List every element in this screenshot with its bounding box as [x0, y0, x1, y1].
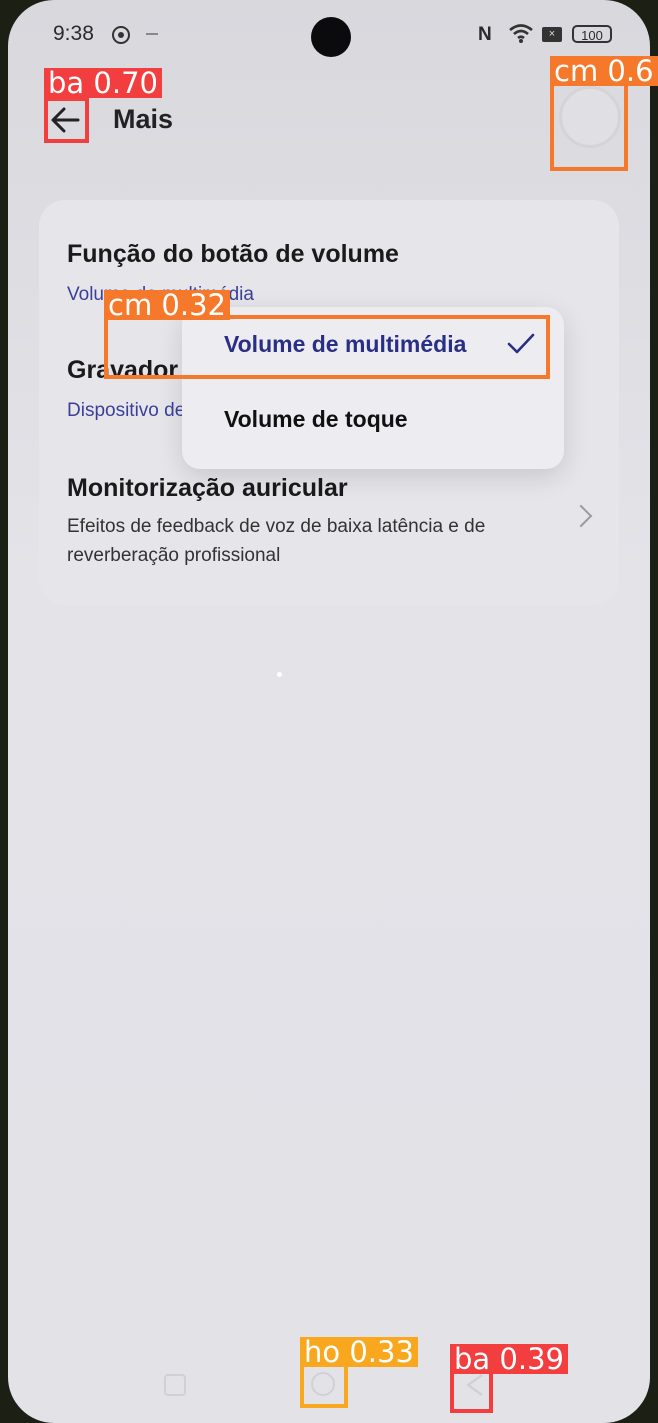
- gear-icon: [112, 26, 130, 44]
- setting-description: Efeitos de feedback de voz de baixa latê…: [67, 516, 486, 566]
- detection-box-back: [44, 97, 89, 143]
- battery-icon: 100: [572, 25, 612, 43]
- detection-box-home: [300, 1362, 348, 1408]
- status-dash: [146, 33, 158, 35]
- detection-label: cm 0.6: [550, 56, 658, 86]
- recent-apps-icon[interactable]: [164, 1374, 186, 1396]
- setting-title: Monitorização auricular: [67, 474, 348, 502]
- phone-screen: 9:38 N × 100 Mais Função do botão de vol…: [8, 0, 650, 1423]
- page-title: Mais: [113, 104, 174, 134]
- chevron-right-icon: [569, 504, 593, 528]
- detection-label: ba 0.70: [44, 68, 162, 98]
- menu-option-ring-volume[interactable]: Volume de toque: [224, 406, 408, 433]
- detection-label: cm 0.32: [104, 290, 230, 320]
- setting-title: Função do botão de volume: [67, 240, 399, 268]
- touch-dot: [277, 672, 282, 677]
- sim-icon: ×: [542, 27, 562, 42]
- wifi-icon: [509, 24, 533, 43]
- detection-label: ho 0.33: [300, 1337, 418, 1367]
- detection-box-menu-item: [104, 315, 550, 379]
- detection-box-circle: [550, 80, 628, 171]
- status-time: 9:38: [53, 22, 94, 45]
- detection-label: ba 0.39: [450, 1344, 568, 1374]
- front-camera: [311, 17, 351, 57]
- nfc-icon: N: [478, 24, 492, 45]
- detection-box-nav-back: [450, 1369, 493, 1413]
